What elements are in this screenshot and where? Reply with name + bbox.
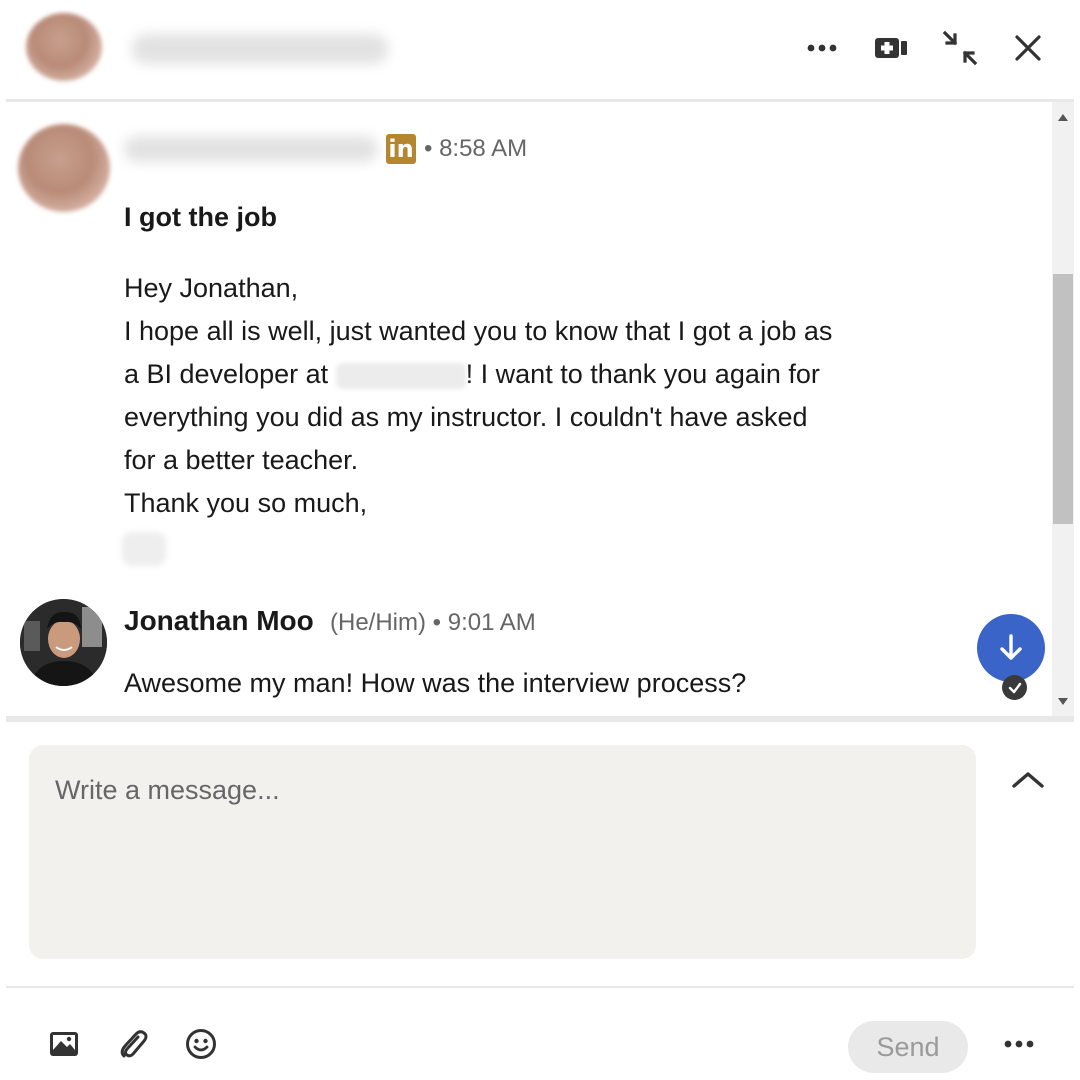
thread-divider [6, 716, 1074, 722]
footer-divider [6, 986, 1074, 988]
video-call-button[interactable] [871, 28, 911, 68]
contact-name-redacted[interactable] [132, 34, 388, 64]
message-line-part: a BI developer at [124, 359, 329, 389]
message-line: Thank you so much, [124, 488, 368, 518]
linkedin-badge-icon: in [386, 134, 416, 164]
scroll-thumb[interactable] [1053, 274, 1073, 524]
emoji-button[interactable] [180, 1023, 222, 1065]
message-line: everything you did as my instructor. I c… [124, 402, 808, 432]
jonathan-avatar[interactable] [20, 599, 107, 686]
profile-photo-icon [20, 599, 107, 686]
send-button[interactable]: Send [848, 1021, 968, 1073]
more-send-options-button[interactable] [996, 1023, 1042, 1065]
attach-file-button[interactable] [112, 1023, 154, 1065]
sender-avatar[interactable] [18, 124, 110, 212]
sender-name-redacted[interactable] [124, 136, 378, 162]
more-horizontal-icon [807, 44, 837, 52]
more-horizontal-icon [1004, 1040, 1034, 1048]
message-line: for a better teacher. [124, 445, 359, 475]
attach-image-button[interactable] [43, 1023, 85, 1065]
scroll-up-arrow-icon[interactable] [1058, 114, 1068, 121]
close-button[interactable] [1008, 28, 1048, 68]
sender-pronouns-timestamp: (He/Him) • 9:01 AM [330, 609, 536, 636]
close-icon [1015, 35, 1041, 61]
scroll-down-arrow-icon[interactable] [1058, 698, 1068, 705]
video-call-icon [875, 38, 907, 58]
emoji-icon [186, 1029, 216, 1059]
company-name-redacted [335, 362, 466, 389]
read-receipt-icon [1002, 675, 1027, 700]
contact-avatar[interactable] [26, 13, 102, 81]
message-line: Hey Jonathan, [124, 273, 299, 303]
message-subject: I got the job [124, 202, 277, 232]
attachment-icon [120, 1030, 148, 1058]
conversation-header [0, 0, 1080, 100]
message-composer[interactable] [29, 745, 976, 959]
message-line: I hope all is well, just wanted you to k… [124, 316, 833, 346]
minimize-button[interactable] [940, 28, 980, 68]
message-thread[interactable]: in • 8:58 AM I got the job Hey Jonathan,… [6, 102, 1056, 716]
expand-composer-button[interactable] [1008, 762, 1048, 796]
more-options-button[interactable] [802, 28, 842, 68]
message-line: a BI developer at ! I want to thank you … [124, 353, 944, 396]
image-icon [50, 1032, 78, 1056]
message-text: Awesome my man! How was the interview pr… [124, 668, 747, 698]
thread-scrollbar[interactable] [1052, 102, 1074, 716]
signature-redacted [122, 532, 166, 566]
message-body: Hey Jonathan, I hope all is well, just w… [124, 267, 944, 525]
jump-to-latest-button[interactable] [977, 614, 1045, 682]
message-line-part: ! I want to thank you again for [465, 359, 820, 389]
message-input[interactable] [29, 745, 976, 959]
arrow-down-icon [1000, 634, 1022, 660]
collapse-window-icon [942, 30, 978, 66]
message-timestamp: • 8:58 AM [424, 135, 528, 162]
sender-name[interactable]: Jonathan Moo [124, 605, 314, 637]
chevron-up-icon [1012, 772, 1044, 788]
